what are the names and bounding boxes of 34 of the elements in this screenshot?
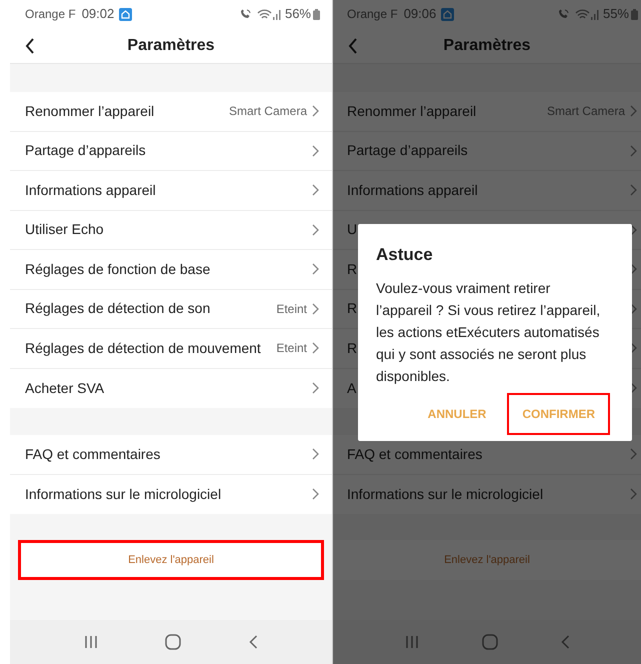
row-label: Réglages de détection de son [25, 299, 210, 318]
row-label: Informations sur le micrologiciel [347, 484, 544, 504]
row-label: FAQ et commentaires [25, 444, 160, 464]
row-label: Partage d’appareils [347, 141, 468, 160]
page-title: Paramètres [443, 36, 531, 56]
row-label: Acheter SVA [25, 378, 104, 398]
row-value: Smart Camera [228, 103, 307, 120]
clock-time: 09:06 [404, 5, 436, 24]
carrier-name: Orange F [347, 6, 398, 23]
row-label: R [347, 260, 358, 279]
row-label: Utiliser Echo [25, 220, 104, 240]
row-label: Partage d’appareils [25, 141, 146, 160]
battery-percent: 56% [284, 5, 311, 24]
dialog-message: Voulez-vous vraiment retirer l’appareil ? Si vous retirez l’appareil, les actions etExécuters automatisés qui y sont associés ne seront plus disponibles. [376, 278, 602, 386]
row-label: Renommer l’appareil [25, 102, 154, 121]
clock-time: 09:02 [82, 5, 114, 24]
carrier-name: Orange F [25, 6, 76, 23]
row-label: Informations appareil [25, 180, 156, 200]
row-label: Informations sur le micrologiciel [25, 484, 222, 504]
row-label: U [347, 220, 358, 240]
row-value: Smart Camera [546, 103, 625, 120]
row-value: Eteint [276, 340, 307, 358]
row-label: Renommer l’appareil [347, 102, 476, 121]
row-label: Réglages de détection de mouvement [25, 338, 261, 358]
row-value: Eteint [276, 300, 307, 318]
battery-percent: 55% [602, 5, 629, 24]
row-label: Réglages de fonction de base [25, 260, 210, 279]
page-title: Paramètres [127, 36, 215, 56]
row-label: R [347, 338, 358, 358]
row-label: A [347, 378, 356, 398]
row-label: Informations appareil [347, 180, 478, 200]
row-label: R [347, 299, 358, 318]
row-label: FAQ et commentaires [347, 444, 482, 464]
dialog-title: Astuce [376, 244, 434, 266]
